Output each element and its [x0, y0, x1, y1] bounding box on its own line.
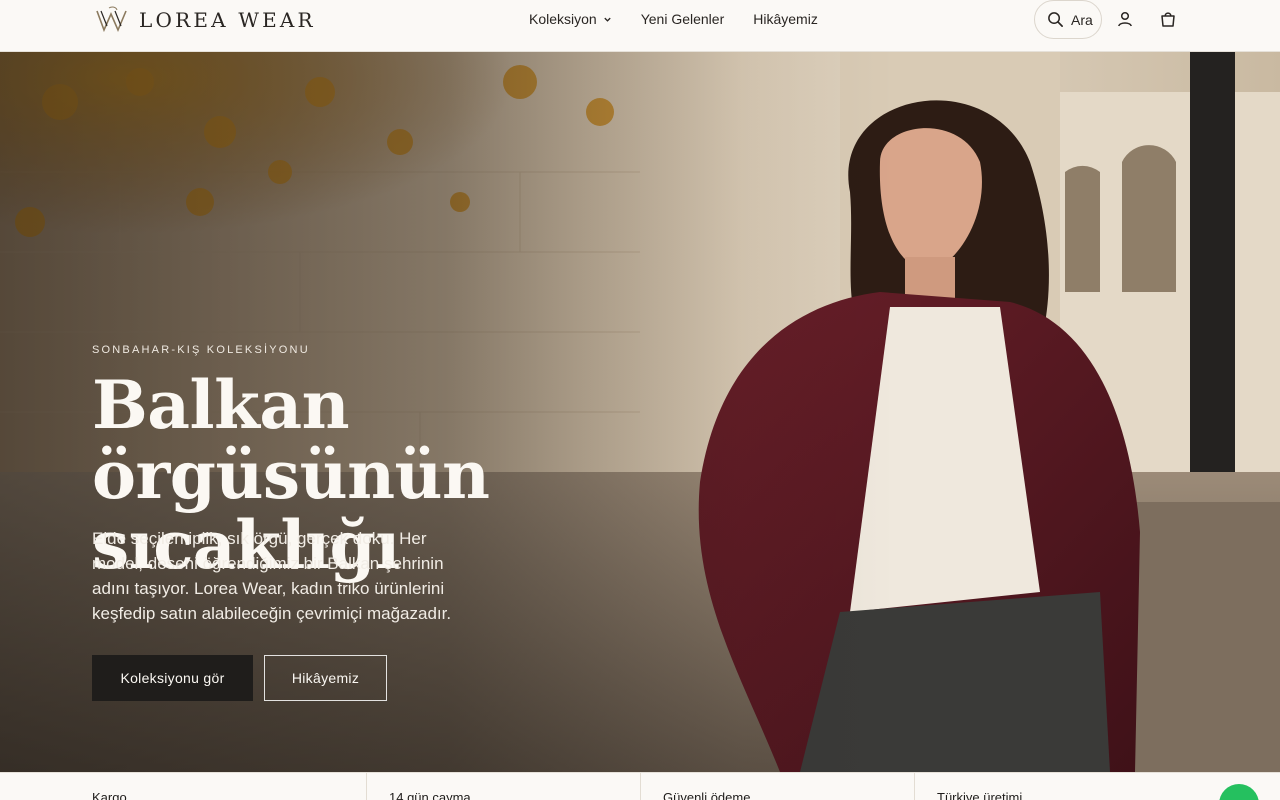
feature-label: Türkiye üretimi [937, 790, 1023, 800]
nav-item-label: Koleksiyon [529, 11, 597, 27]
feature-label: Kargo [92, 790, 127, 800]
bag-icon[interactable] [1159, 10, 1177, 28]
hero-banner: SONBAHAR-KIŞ KOLEKSİYONU Balkan örgüsünü… [0, 52, 1280, 772]
brand-logo[interactable]: LOREA WEAR [95, 6, 316, 34]
features-strip: Kargo 14 gün cayma Güvenli ödeme Türkiye… [0, 772, 1280, 800]
feature-label: 14 gün cayma [389, 790, 471, 800]
main-nav: Koleksiyon Yeni Gelenler Hikâyemiz [529, 0, 847, 38]
brand-name: LOREA WEAR [139, 8, 316, 32]
hero-description: Elde seçilen iplik, sık örgü, gerçek dok… [92, 529, 452, 623]
search-label: Ara [1071, 11, 1093, 28]
our-story-button[interactable]: Hikâyemiz [264, 655, 387, 701]
chevron-down-icon [604, 17, 611, 22]
view-collection-button[interactable]: Koleksiyonu gör [92, 655, 253, 701]
nav-item-hikayemiz[interactable]: Hikâyemiz [753, 11, 818, 27]
nav-item-yeni-gelenler[interactable]: Yeni Gelenler [641, 11, 725, 27]
hero-eyebrow: SONBAHAR-KIŞ KOLEKSİYONU [92, 344, 310, 356]
feature-secure-payment: Güvenli ödeme [640, 773, 914, 800]
hero-title-line-1: Balkan örgüsünün [92, 366, 490, 514]
feature-label: Güvenli ödeme [663, 790, 751, 800]
search-icon [1048, 12, 1063, 27]
site-header: LOREA WEAR Koleksiyon Yeni Gelenler Hikâ… [0, 0, 1280, 52]
logo-monogram-icon [96, 6, 127, 33]
search-button[interactable]: Ara [1034, 0, 1102, 39]
nav-item-label: Hikâyemiz [753, 11, 818, 27]
feature-shipping: Kargo [0, 773, 366, 800]
nav-item-koleksiyon[interactable]: Koleksiyon [529, 11, 612, 27]
nav-item-label: Yeni Gelenler [640, 11, 725, 27]
user-icon[interactable] [1116, 10, 1134, 28]
feature-return: 14 gün cayma [366, 773, 640, 800]
